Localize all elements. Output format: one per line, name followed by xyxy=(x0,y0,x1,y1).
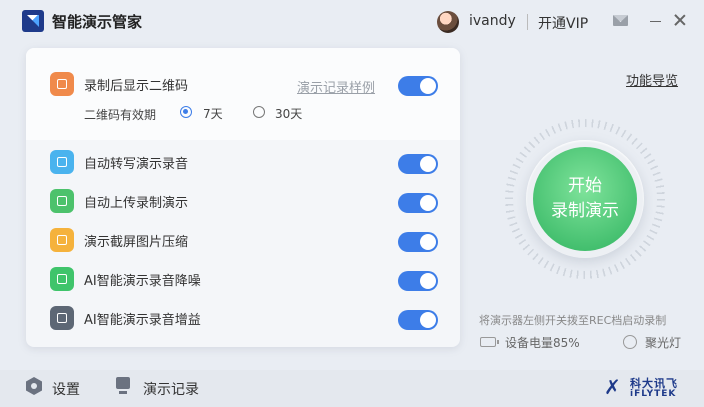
spotlight-label[interactable]: 聚光灯 xyxy=(645,334,681,351)
radio-7-days[interactable] xyxy=(180,106,192,118)
qr-validity-label: 二维码有效期 xyxy=(84,108,157,122)
bottom-bar xyxy=(0,370,704,407)
upload-toggle[interactable] xyxy=(398,193,438,213)
iflytek-logo-icon: ✗ xyxy=(604,375,621,399)
qr-code-icon xyxy=(50,72,74,96)
start-button-line1: 开始 xyxy=(568,176,602,196)
settings-panel: 录制后显示二维码 演示记录样例 二维码有效期 7天 30天 自动转写演示录音 自… xyxy=(26,48,460,347)
spotlight-icon[interactable] xyxy=(623,335,637,349)
qr-setting-label: 录制后显示二维码 xyxy=(84,78,189,94)
feature-row-noise-reduction: AI智能演示录音降噪 xyxy=(50,266,201,292)
username[interactable]: ivandy xyxy=(469,13,516,29)
qr-setting-row: 录制后显示二维码 xyxy=(50,71,188,97)
title-bar: 智能演示管家 ivandy 开通VIP xyxy=(0,0,704,42)
feature-label: AI智能演示录音增益 xyxy=(84,312,201,328)
brand-name-en: iFLYTEK xyxy=(630,389,677,399)
compress-toggle[interactable] xyxy=(398,232,438,252)
feature-row-transcribe: 自动转写演示录音 xyxy=(50,149,188,175)
feature-row-upload: 自动上传录制演示 xyxy=(50,188,188,214)
radio-7-days-label[interactable]: 7天 xyxy=(203,105,223,122)
start-button-line2: 录制演示 xyxy=(551,201,619,221)
records-button[interactable]: 演示记录 xyxy=(143,379,199,399)
records-icon[interactable] xyxy=(116,377,130,394)
close-icon[interactable] xyxy=(674,14,686,26)
start-recording-button[interactable]: 开始 录制演示 xyxy=(533,147,637,251)
qr-toggle[interactable] xyxy=(398,76,438,96)
vip-button[interactable]: 开通VIP xyxy=(538,13,588,33)
user-avatar[interactable] xyxy=(437,11,459,33)
feature-guide-link[interactable]: 功能导览 xyxy=(626,70,678,89)
mail-icon[interactable] xyxy=(613,15,628,26)
feature-label: 自动上传录制演示 xyxy=(84,195,189,211)
radio-30-days[interactable] xyxy=(253,106,265,118)
feature-row-compress: 演示截屏图片压缩 xyxy=(50,227,188,253)
feature-label: AI智能演示录音降噪 xyxy=(84,273,201,289)
settings-button[interactable]: 设置 xyxy=(52,379,80,399)
minimize-icon[interactable] xyxy=(650,21,661,22)
noise-reduction-toggle[interactable] xyxy=(398,271,438,291)
transcribe-icon xyxy=(50,150,74,174)
noise-reduction-icon xyxy=(50,267,74,291)
feature-label: 演示截屏图片压缩 xyxy=(84,234,189,250)
transcribe-toggle[interactable] xyxy=(398,154,438,174)
gain-toggle[interactable] xyxy=(398,310,438,330)
image-compress-icon xyxy=(50,228,74,252)
header-divider xyxy=(527,14,528,30)
sample-record-link[interactable]: 演示记录样例 xyxy=(297,77,375,96)
feature-label: 自动转写演示录音 xyxy=(84,156,189,172)
battery-icon xyxy=(480,337,499,347)
rec-hint-text: 将演示器左侧开关拨至REC档启动录制 xyxy=(479,314,667,327)
gain-sliders-icon xyxy=(50,306,74,330)
app-logo-icon xyxy=(22,10,44,32)
feature-row-gain: AI智能演示录音增益 xyxy=(50,305,201,331)
upload-icon xyxy=(50,189,74,213)
app-title: 智能演示管家 xyxy=(52,13,143,31)
radio-30-days-label[interactable]: 30天 xyxy=(275,105,302,122)
battery-status: 设备电量85% xyxy=(505,336,580,350)
